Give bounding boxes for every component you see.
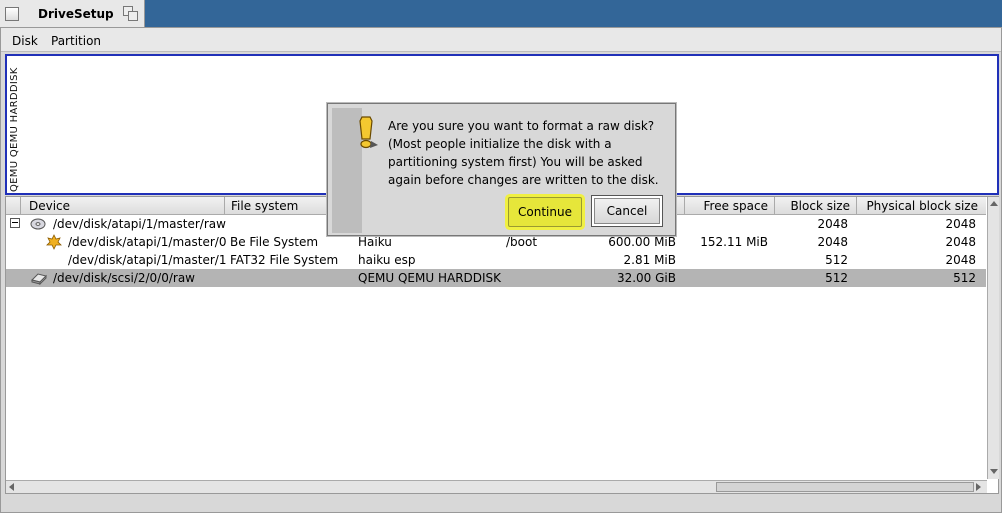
haiku-leaf-icon: [46, 234, 62, 250]
block-size: 512: [825, 253, 848, 267]
column-free-space[interactable]: Free space: [684, 197, 774, 215]
column-block-size[interactable]: Block size: [774, 197, 856, 215]
device-path: /dev/disk/scsi/2/0/0/raw: [53, 271, 195, 285]
size: 32.00 GiB: [616, 271, 676, 285]
window-title: DriveSetup: [38, 7, 114, 21]
physical-block-size: 2048: [945, 217, 976, 231]
menu-disk[interactable]: Disk: [12, 34, 38, 48]
scroll-right-icon[interactable]: [976, 483, 981, 491]
table-row[interactable]: /dev/disk/atapi/1/master/1 FAT32 File Sy…: [6, 251, 986, 269]
device-path: /dev/disk/atapi/1/master/0: [68, 235, 227, 249]
zoom-icon[interactable]: [123, 6, 139, 22]
mount-point: /boot: [506, 235, 538, 249]
scroll-up-icon[interactable]: [990, 201, 998, 206]
window-tab[interactable]: DriveSetup: [0, 0, 145, 27]
volume-name: QEMU QEMU HARDDISK: [358, 271, 502, 285]
scroll-left-icon[interactable]: [9, 483, 14, 491]
physical-block-size: 2048: [945, 235, 976, 249]
device-path: /dev/disk/atapi/1/master/1: [68, 253, 227, 267]
vertical-scrollbar[interactable]: [987, 197, 999, 479]
file-system: Be File System: [230, 235, 319, 249]
column-device[interactable]: Device: [20, 197, 230, 215]
table-row-selected[interactable]: /dev/disk/scsi/2/0/0/raw QEMU QEMU HARDD…: [6, 269, 986, 287]
close-icon[interactable]: [5, 7, 19, 21]
block-size: 512: [825, 271, 848, 285]
physical-block-size: 512: [953, 271, 976, 285]
volume-name: Haiku: [358, 235, 392, 249]
horizontal-scrollbar[interactable]: [6, 480, 987, 493]
horizontal-scroll-thumb[interactable]: [716, 482, 974, 492]
drivesetup-window: Disk Partition QEMU QEMU HARDDISK Device…: [0, 27, 1002, 513]
free-space: 152.11 MiB: [700, 235, 768, 249]
optical-disk-icon: [30, 218, 46, 230]
menu-partition[interactable]: Partition: [51, 34, 101, 48]
dialog-message: Are you sure you want to format a raw di…: [388, 119, 659, 187]
cancel-button[interactable]: Cancel: [591, 195, 663, 227]
warning-icon: [359, 116, 378, 149]
format-confirm-dialog: Are you sure you want to format a raw di…: [327, 103, 676, 236]
block-size: 2048: [817, 217, 848, 231]
size: 2.81 MiB: [623, 253, 676, 267]
menubar: Disk Partition: [1, 28, 1001, 52]
column-physical-block-size[interactable]: Physical block size: [856, 197, 986, 215]
scroll-down-icon[interactable]: [990, 469, 998, 474]
size: 600.00 MiB: [608, 235, 676, 249]
disk-map-label: QEMU QEMU HARDDISK: [9, 67, 20, 192]
physical-block-size: 2048: [945, 253, 976, 267]
volume-name: haiku esp: [358, 253, 416, 267]
device-path: /dev/disk/atapi/1/master/raw: [53, 217, 226, 231]
collapse-icon[interactable]: [10, 218, 20, 228]
harddisk-icon: [31, 273, 47, 285]
block-size: 2048: [817, 235, 848, 249]
partition-list[interactable]: Device File system Free space Block size…: [5, 196, 999, 494]
file-system: FAT32 File System: [230, 253, 339, 267]
continue-button[interactable]: Continue: [508, 197, 582, 227]
